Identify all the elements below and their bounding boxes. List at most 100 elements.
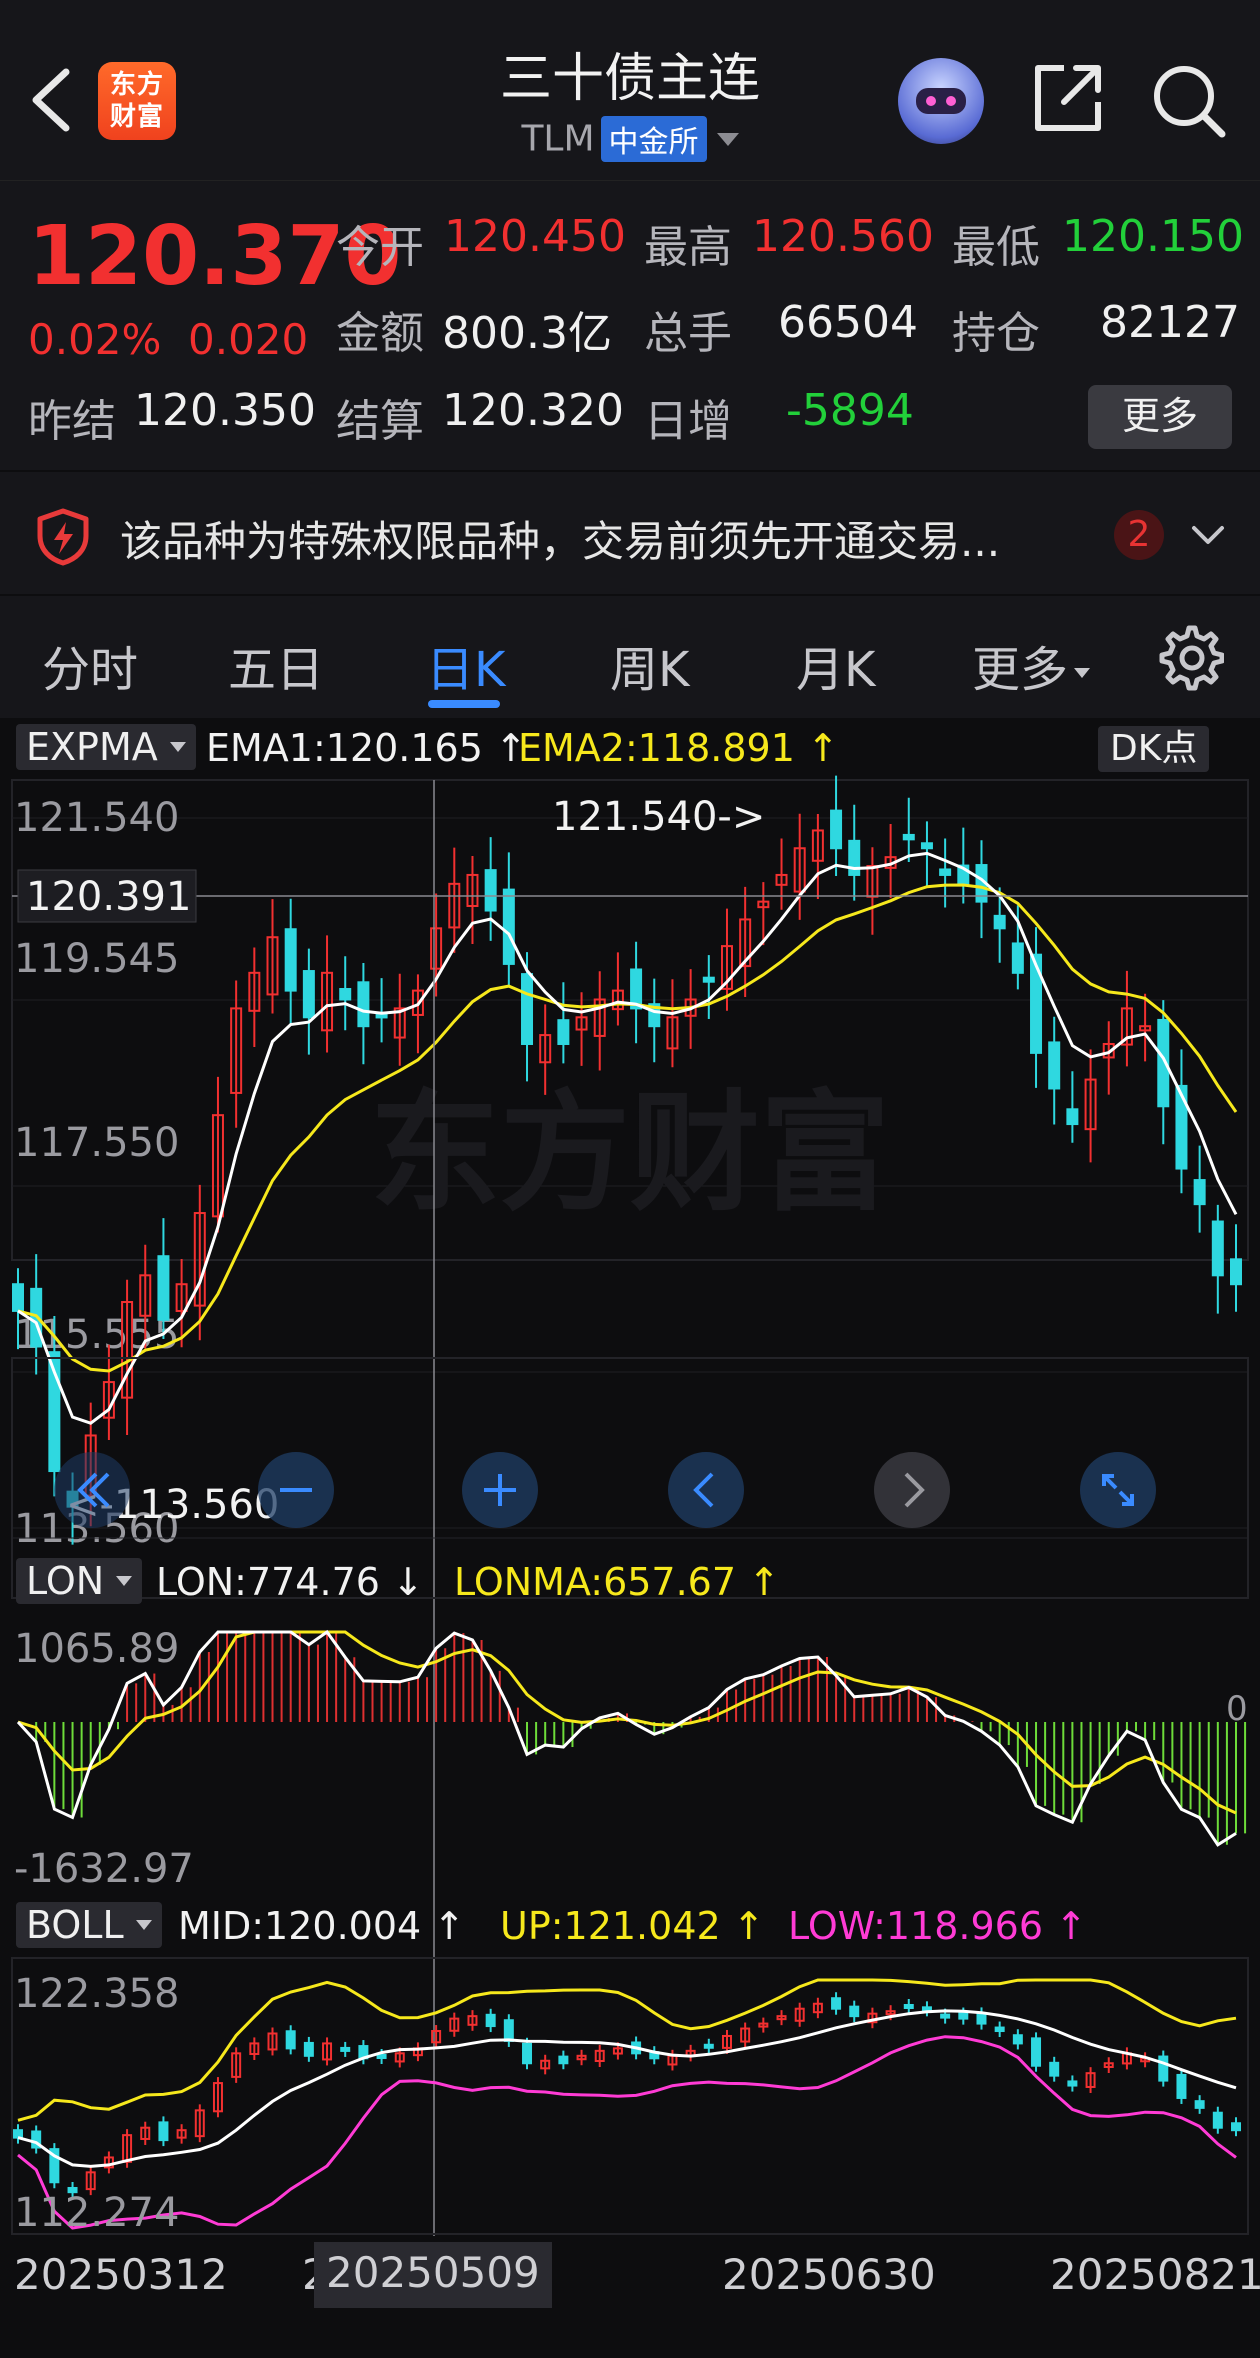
settle-value: 120.320: [442, 385, 624, 436]
lonma-value: LONMA:657.67 ↑: [454, 1560, 780, 1604]
open-label: 今开: [336, 222, 424, 273]
notice-bar[interactable]: 该品种为特殊权限品种，交易前须先开通交易... 2: [0, 470, 1260, 594]
candle-body: [557, 1019, 570, 1045]
candle-body: [1030, 953, 1043, 1054]
candle-body: [939, 868, 952, 876]
candle-body: [993, 914, 1006, 930]
crosshair-date: 20250509: [314, 2242, 552, 2308]
high-label: 最高: [644, 222, 732, 273]
assistant-robot-icon[interactable]: [898, 58, 984, 144]
boll-candle-body: [1212, 2111, 1223, 2129]
share-icon[interactable]: [1030, 60, 1106, 136]
amount-value: 800.3亿: [442, 308, 612, 359]
lonma-text: LONMA:657.67: [454, 1560, 737, 1604]
app-header: 东方 财富 三十债主连 TLM 中金所: [0, 0, 1260, 180]
boll-candle-body: [1231, 2122, 1241, 2132]
quote-panel: 120.370 0.02% 0.020 今开 120.450 最高 120.56…: [0, 180, 1260, 470]
exchange-badge: 中金所: [600, 116, 707, 162]
watermark: 东方财富: [370, 1077, 890, 1229]
boll-mid-arrow: ↑: [433, 1904, 466, 1948]
candle-body: [339, 988, 352, 1001]
boll-candle-body: [849, 2005, 860, 2018]
scroll-right-icon[interactable]: [872, 1450, 952, 1530]
candle-body: [1211, 1220, 1224, 1277]
date-axis: 20250312 2 20250509 20250630 20250821: [0, 2236, 1260, 2318]
low-label: 最低: [952, 222, 1040, 273]
zoom-out-icon[interactable]: [256, 1450, 336, 1530]
boll-candle-body: [1031, 2037, 1042, 2067]
candle-body: [375, 1013, 388, 1019]
candle-body: [12, 1283, 24, 1312]
boll-candle-body: [958, 2012, 969, 2020]
lon-histogram: [35, 1632, 1247, 1845]
chart-canvas[interactable]: 东方财富 121.540 119.545 117.550 115.555 113…: [0, 718, 1260, 2236]
tab-five-day[interactable]: 五日: [228, 630, 324, 700]
boll-candle-body: [921, 2006, 932, 2012]
boll-header: BOLL MID:120.004 ↑ UP:121.042 ↑ LOW:118.…: [0, 1896, 1260, 1950]
instrument-code: TLM: [521, 118, 595, 160]
candle-body: [830, 809, 843, 850]
tab-intraday[interactable]: 分时: [42, 630, 138, 700]
candle-body: [1011, 942, 1024, 974]
prev-settle-label: 昨结: [28, 396, 116, 447]
scroll-left-fast-icon[interactable]: [52, 1450, 132, 1530]
boll-indicator-selector[interactable]: BOLL: [16, 1902, 162, 1948]
crosshair-price: 120.391: [26, 874, 191, 920]
boll-candle-body: [303, 2041, 314, 2057]
gear-icon[interactable]: [1154, 622, 1224, 692]
chevron-down-icon[interactable]: [1190, 520, 1226, 550]
boll-candle-body: [1067, 2080, 1078, 2087]
tab-weekly-k[interactable]: 周K: [610, 630, 689, 700]
lon-value: LON:774.76 ↓: [156, 1560, 424, 1604]
chart-area[interactable]: EXPMA EMA1:120.165 ↑ EMA2:118.891 ↑ DK点 …: [0, 718, 1260, 2358]
boll-candle-body: [158, 2121, 169, 2142]
candle-body: [302, 970, 315, 1019]
fullscreen-icon[interactable]: [1078, 1450, 1158, 1530]
high-value: 120.560: [752, 211, 934, 262]
open-interest-label: 持仓: [952, 308, 1040, 359]
percent-change: 0.02%: [28, 315, 162, 364]
boll-candle-body: [1176, 2073, 1187, 2099]
boll-up-arrow: ↑: [732, 1904, 765, 1948]
boll-up-line: [17, 1978, 1237, 2122]
candle-body: [357, 981, 370, 1028]
boll-y-bottom: 112.274: [14, 2190, 179, 2236]
candle-body: [284, 928, 297, 992]
lon-y-top: 1065.89: [14, 1626, 179, 1672]
boll-up-value: UP:121.042 ↑: [500, 1904, 765, 1948]
boll-low-value: LOW:118.966 ↑: [788, 1904, 1087, 1948]
active-tab-indicator: [428, 700, 500, 708]
zoom-in-icon[interactable]: [460, 1450, 540, 1530]
candle-body: [1066, 1108, 1079, 1126]
lon-indicator-selector[interactable]: LON: [16, 1558, 143, 1604]
tab-more[interactable]: 更多: [972, 630, 1091, 700]
candle-body: [1230, 1258, 1242, 1286]
boll-candle-body: [13, 2129, 23, 2139]
candle-body: [157, 1255, 170, 1321]
tab-monthly-k[interactable]: 月K: [796, 630, 875, 700]
more-quote-button[interactable]: 更多: [1088, 385, 1232, 449]
boll-y-top: 122.358: [14, 1971, 179, 2017]
boll-candle-body: [903, 2003, 914, 2009]
daily-increase-label: 日增: [644, 396, 732, 447]
shield-lightning-icon: [37, 508, 89, 566]
search-icon[interactable]: [1148, 60, 1228, 140]
candle-body: [1048, 1041, 1061, 1090]
caret-down-icon: [1074, 668, 1091, 678]
boll-low-arrow: ↑: [1055, 1904, 1087, 1948]
lon-arrow: ↓: [392, 1560, 424, 1604]
boll-candle-body: [1158, 2055, 1169, 2082]
boll-low-text: LOW:118.966: [788, 1904, 1044, 1948]
boll-mid-line: [17, 2009, 1237, 2168]
lon-header: LON LON:774.76 ↓ LONMA:657.67 ↑: [0, 1552, 1260, 1606]
settle-label: 结算: [336, 396, 424, 447]
candle-body: [484, 869, 497, 912]
boll-candle-body: [1049, 2061, 1060, 2077]
boll-candle-body: [558, 2055, 569, 2065]
daily-increase-value: -5894: [786, 385, 914, 436]
low-value: 120.150: [1062, 211, 1244, 262]
tab-daily-k[interactable]: 日K: [426, 630, 505, 700]
absolute-change: 0.020: [188, 315, 309, 364]
lon-y-bottom: -1632.97: [14, 1846, 194, 1892]
scroll-left-icon[interactable]: [666, 1450, 746, 1530]
